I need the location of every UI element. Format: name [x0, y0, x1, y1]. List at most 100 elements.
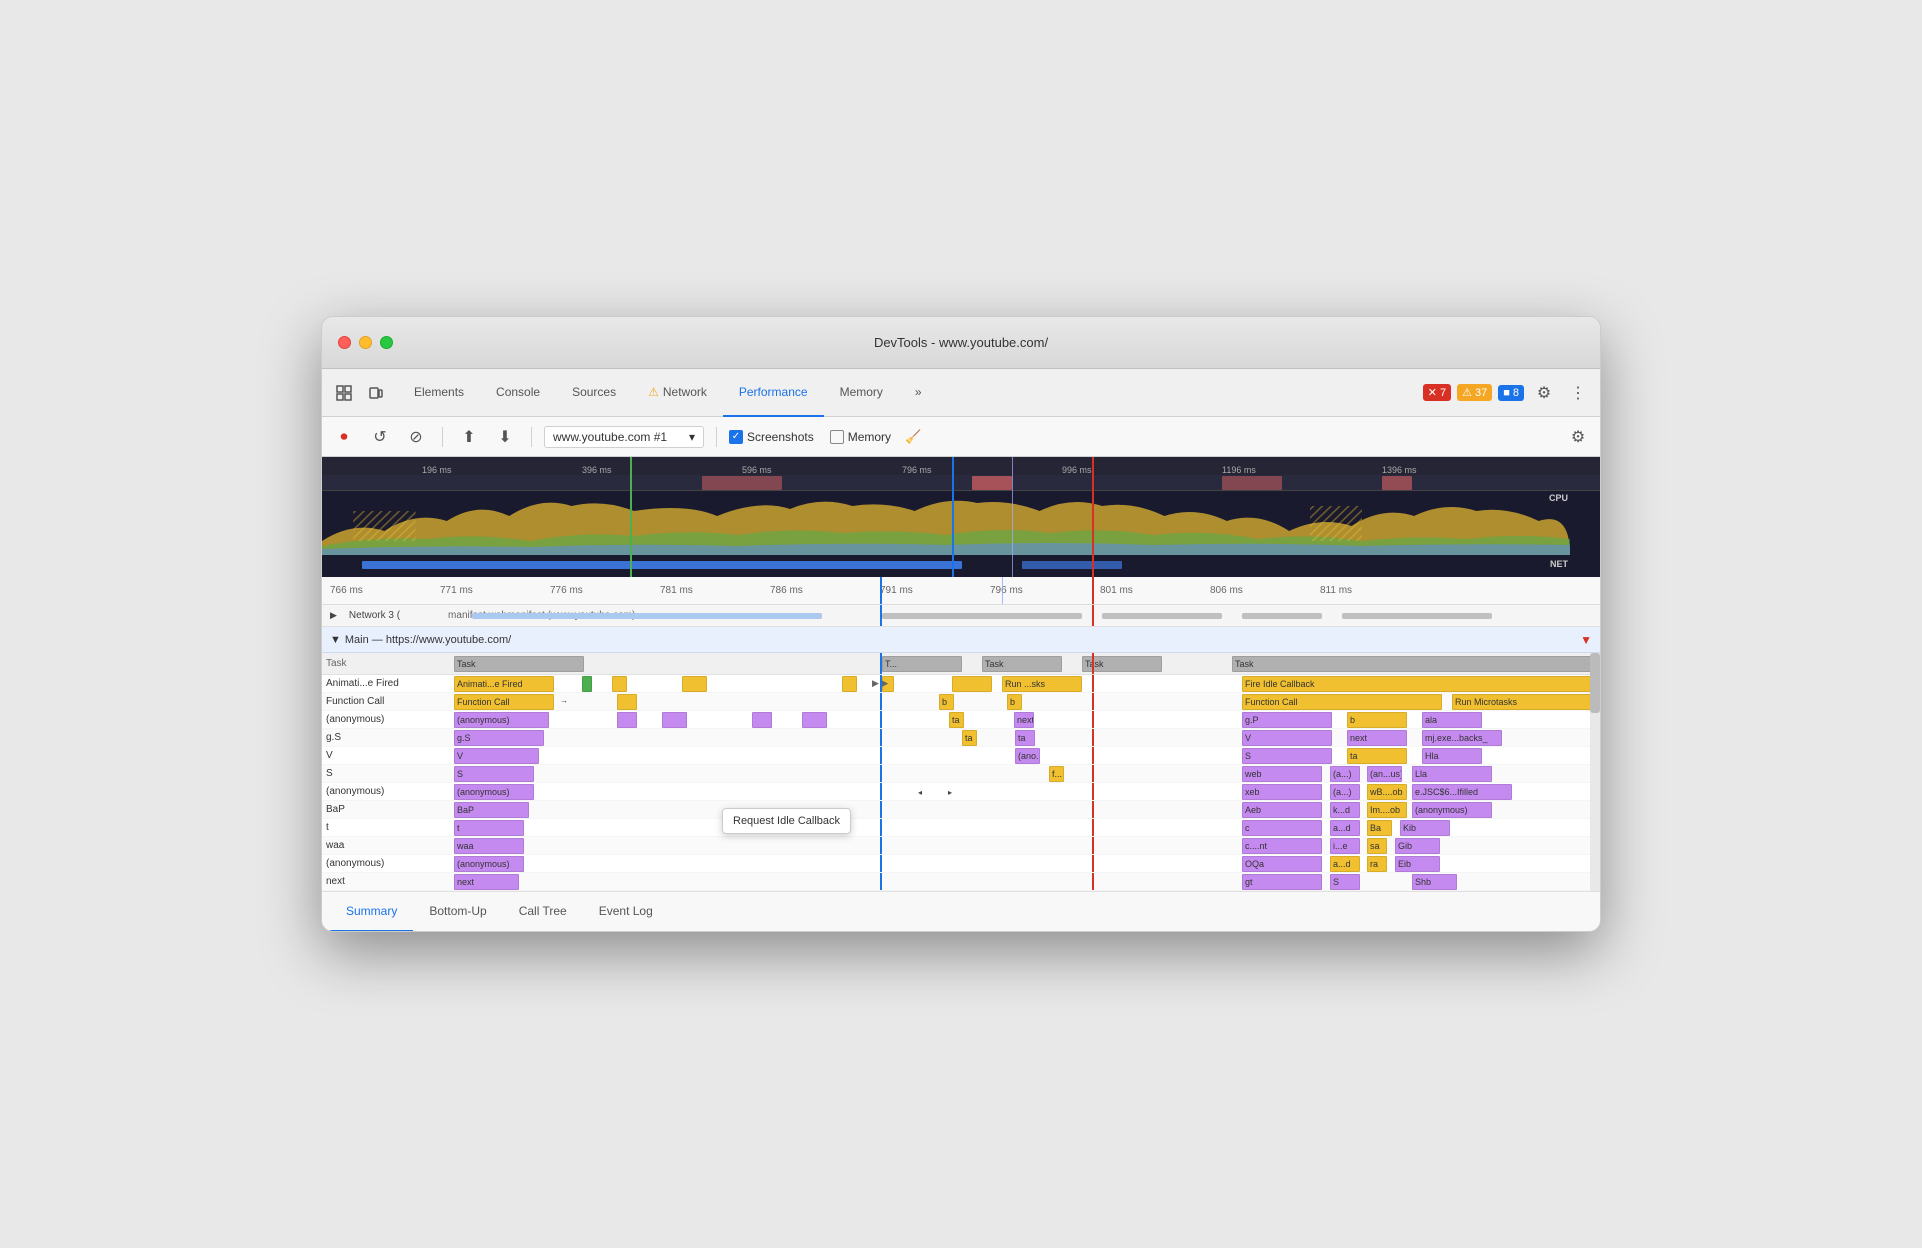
animFired-block-1[interactable]: Animati...e Fired — [454, 676, 554, 692]
memory-checkbox[interactable]: Memory — [830, 430, 891, 444]
maximize-button[interactable] — [380, 336, 393, 349]
a1[interactable]: (a...) — [1330, 766, 1360, 782]
device-icon[interactable] — [362, 379, 390, 407]
kib[interactable]: Kib — [1400, 820, 1450, 836]
url-selector[interactable]: www.youtube.com #1 ▾ — [544, 426, 704, 448]
v-right[interactable]: V — [1242, 730, 1332, 746]
a2[interactable]: (a...) — [1330, 784, 1360, 800]
minimize-button[interactable] — [359, 336, 372, 349]
anon7a[interactable]: (anonymous) — [454, 784, 534, 800]
task-block-4[interactable]: Task — [1232, 656, 1600, 672]
anon2[interactable] — [617, 712, 637, 728]
animFired-block-2[interactable] — [612, 676, 627, 692]
tab-sources[interactable]: Sources — [556, 369, 632, 417]
network-expand-icon[interactable]: ▶ — [330, 610, 337, 621]
s1[interactable]: S — [454, 766, 534, 782]
anon1[interactable]: (anonymous) — [454, 712, 549, 728]
s-right[interactable]: S — [1242, 748, 1332, 764]
ba-r[interactable]: Ba — [1367, 820, 1392, 836]
tab-event-log[interactable]: Event Log — [583, 892, 669, 932]
settings-icon[interactable]: ⚙ — [1530, 379, 1558, 407]
anon11[interactable]: (anonymous) — [454, 856, 524, 872]
ad2[interactable]: a...d — [1330, 856, 1360, 872]
web-right[interactable]: web — [1242, 766, 1322, 782]
fire-idle[interactable]: Fire Idle Callback — [1242, 676, 1600, 692]
funcCall-block-1[interactable]: Function Call — [454, 694, 554, 710]
t1[interactable]: t — [454, 820, 524, 836]
close-button[interactable] — [338, 336, 351, 349]
shb[interactable]: Shb — [1412, 874, 1457, 890]
ala[interactable]: ala — [1422, 712, 1482, 728]
animFired-block-4[interactable] — [842, 676, 857, 692]
next1[interactable]: next — [1014, 712, 1034, 728]
task-block-t[interactable]: T... — [882, 656, 962, 672]
runMicro[interactable]: Run Microtasks — [1452, 694, 1600, 710]
ad1[interactable]: a...d — [1330, 820, 1360, 836]
record-button[interactable]: ⏺ — [330, 423, 358, 451]
download-button[interactable]: ⬇ — [491, 423, 519, 451]
xeb[interactable]: xeb — [1242, 784, 1322, 800]
funcCall-block-2[interactable] — [617, 694, 637, 710]
lla[interactable]: Lla — [1412, 766, 1492, 782]
funcCall-b[interactable]: b — [939, 694, 954, 710]
tab-elements[interactable]: Elements — [398, 369, 480, 417]
anoUs[interactable]: (ano...us) — [1015, 748, 1040, 764]
gs1[interactable]: g.S — [454, 730, 544, 746]
anon4[interactable] — [752, 712, 772, 728]
wbob[interactable]: wB....ob — [1367, 784, 1407, 800]
task-block-3[interactable]: Task — [1082, 656, 1162, 672]
next-r[interactable]: next — [454, 874, 519, 890]
anon3[interactable] — [662, 712, 687, 728]
funcCall-right[interactable]: Function Call — [1242, 694, 1442, 710]
tab-network[interactable]: ⚠ Network — [632, 369, 723, 417]
tab-call-tree[interactable]: Call Tree — [503, 892, 583, 932]
anon5[interactable] — [802, 712, 827, 728]
ejsc[interactable]: e.JSC$6...Ifilled — [1412, 784, 1512, 800]
clean-icon[interactable]: 🧹 — [899, 423, 927, 451]
tab-summary[interactable]: Summary — [330, 892, 413, 932]
gib[interactable]: Gib — [1395, 838, 1440, 854]
next-right[interactable]: next — [1347, 730, 1407, 746]
upload-button[interactable]: ⬆ — [455, 423, 483, 451]
mjexe[interactable]: mj.exe...backs_ — [1422, 730, 1502, 746]
inspect-icon[interactable] — [330, 379, 358, 407]
toolbar-settings-icon[interactable]: ⚙ — [1564, 423, 1592, 451]
scrollbar-thumb[interactable] — [1590, 653, 1600, 713]
task-block-2[interactable]: Task — [982, 656, 1062, 672]
tab-bottom-up[interactable]: Bottom-Up — [413, 892, 502, 932]
ie[interactable]: i...e — [1330, 838, 1360, 854]
animFired-block-green[interactable] — [582, 676, 592, 692]
gt[interactable]: gt — [1242, 874, 1322, 890]
waa1[interactable]: waa — [454, 838, 524, 854]
bap1[interactable]: BaP — [454, 802, 529, 818]
screenshots-checkbox[interactable]: ✓ Screenshots — [729, 430, 814, 444]
cnt[interactable]: c....nt — [1242, 838, 1322, 854]
animFired-block-6[interactable] — [952, 676, 992, 692]
run-sks[interactable]: Run ...sks — [1002, 676, 1082, 692]
v1[interactable]: V — [454, 748, 539, 764]
reload-record-button[interactable]: ↺ — [366, 423, 394, 451]
hla[interactable]: Hla — [1422, 748, 1482, 764]
s-r2[interactable]: S — [1330, 874, 1360, 890]
c-r[interactable]: c — [1242, 820, 1322, 836]
tab-more[interactable]: » — [899, 369, 938, 417]
anonymous-r[interactable]: (anonymous) — [1412, 802, 1492, 818]
tab-console[interactable]: Console — [480, 369, 556, 417]
main-expand-icon[interactable]: ▼ — [330, 634, 341, 646]
animFired-block-3[interactable] — [682, 676, 707, 692]
sa[interactable]: sa — [1367, 838, 1387, 854]
clear-button[interactable]: ⊘ — [402, 423, 430, 451]
task-block-1[interactable]: Task — [454, 656, 584, 672]
kd[interactable]: k...d — [1330, 802, 1360, 818]
more-options-icon[interactable]: ⋮ — [1564, 379, 1592, 407]
imob[interactable]: Im....ob — [1367, 802, 1407, 818]
f1[interactable]: f... — [1049, 766, 1064, 782]
gp[interactable]: g.P — [1242, 712, 1332, 728]
b-right[interactable]: b — [1347, 712, 1407, 728]
eib[interactable]: Eib — [1395, 856, 1440, 872]
aeb[interactable]: Aeb — [1242, 802, 1322, 818]
ra[interactable]: ra — [1367, 856, 1387, 872]
anus-r[interactable]: (an...us) — [1367, 766, 1402, 782]
oqa[interactable]: OQa — [1242, 856, 1322, 872]
ta1[interactable]: ta — [949, 712, 964, 728]
